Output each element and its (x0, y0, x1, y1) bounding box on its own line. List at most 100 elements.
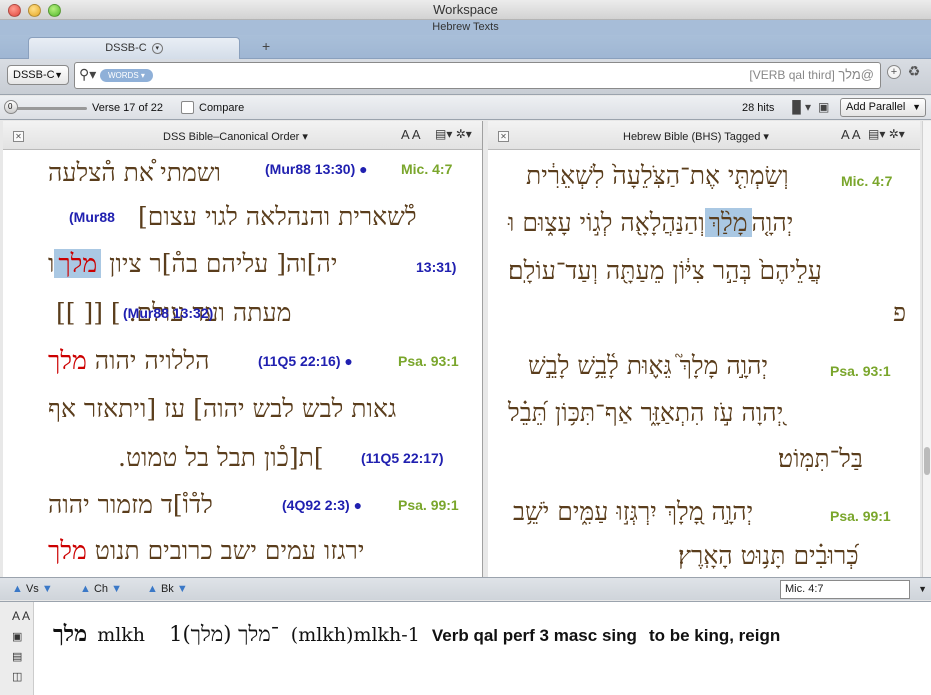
vertical-scrollbar[interactable] (922, 121, 931, 577)
window-title: Workspace (433, 2, 498, 17)
instant-details-pane: A A ▣ ▤ ◫ מלך mlkh 1־מלך (מלך) (mlkh)mlk… (0, 601, 931, 695)
scroll-thumb[interactable] (924, 447, 930, 475)
right-line: יְהוָ֣ה מָ֭לָךְ יִרְגְּז֣וּ עַמִּ֑ים יֹש… (513, 497, 754, 526)
close-pane-icon[interactable]: ✕ (498, 131, 509, 142)
slider-value: 0 (8, 102, 13, 111)
source-select-value: DSSB-C (13, 69, 55, 81)
search-hit-highlight[interactable]: מלך (54, 249, 102, 278)
verse-ref-psa93[interactable]: Psa. 93:1 (830, 363, 891, 379)
chapter-nav[interactable]: ▲ Ch ▼ (80, 583, 122, 595)
lemma-form: 1־מלך (מלך) (169, 622, 279, 646)
left-pane-title[interactable]: DSS Bible–Canonical Order ▾ (163, 130, 308, 143)
right-text-pane[interactable]: ✕ Hebrew Bible (BHS) Tagged ▾ A A ▤▾ ✲▾ … (488, 121, 920, 577)
details-sidebar: A A ▣ ▤ ◫ (0, 602, 34, 695)
verse-ref-mic[interactable]: Mic. 4:7 (841, 173, 892, 189)
manuscript-ref: (4Q92 2:3) ● (282, 497, 363, 513)
add-parallel-label: Add Parallel (846, 101, 906, 113)
hits-count: 28 hits (742, 102, 775, 114)
new-tab-button[interactable]: + (262, 38, 270, 54)
source-select[interactable]: DSSB-C ▼ (7, 65, 69, 85)
slider-knob[interactable]: 0 (4, 100, 18, 114)
search-query: [VERB qal third] מלך@ (749, 67, 874, 82)
pane-menu-icon[interactable]: ▤▾ ✲▾ (435, 127, 472, 141)
verse-slider[interactable] (9, 107, 87, 110)
font-size-control[interactable]: A A (12, 609, 30, 623)
tab-menu-icon[interactable]: ▾ (151, 42, 163, 54)
compare-label: Compare (199, 102, 245, 114)
search-bar: DSSB-C ▼ ⚲▾ WORDS ▾ [VERB qal third] מלך… (0, 59, 931, 95)
report-icon[interactable]: ▣ (818, 100, 829, 114)
left-line: ושמתי ֯את ה֯צלעה (48, 158, 221, 187)
left-line: ]ת[כ֯ון תבל בל טמוט. (118, 443, 324, 472)
verse-ref-mic[interactable]: Mic. 4:7 (401, 161, 452, 177)
tab-dssb-c[interactable]: DSSB-C ▾ (28, 37, 240, 59)
verse-nav[interactable]: ▲ Vs ▼ (12, 583, 53, 595)
app-window: Workspace Hebrew Texts DSSB-C ▾ + DSSB-C… (0, 0, 931, 695)
up-arrow-icon[interactable]: ▲ (12, 583, 23, 595)
up-arrow-icon[interactable]: ▲ (147, 583, 158, 595)
right-line: יְהוָ֤המָלַ֨ךְוְהַנַּהֲלָאָ֖ה לְג֣וֹי עָ… (508, 208, 793, 238)
clipboard-icon[interactable]: ▤ (12, 650, 22, 663)
close-window-button[interactable] (8, 4, 21, 17)
left-line: לד֯ו֯]ד מזמור יהוה (48, 490, 213, 519)
hits-graph-icon[interactable]: ▐▌▾ (788, 100, 811, 114)
window-icon[interactable]: ◫ (12, 670, 22, 683)
reference-input[interactable]: Mic. 4:7 ▼ (780, 580, 927, 599)
down-arrow-icon[interactable]: ▼ (42, 583, 53, 595)
up-arrow-icon[interactable]: ▲ (80, 583, 91, 595)
search-mode-label: WORDS (108, 71, 139, 80)
pane-menu-icon[interactable]: ▤▾ ✲▾ (868, 127, 905, 141)
line-text: וְהַנַּהֲלָאָ֖ה לְג֣וֹי עָצ֑וּם וּ (508, 208, 705, 237)
search-toolbar: 0 Verse 17 of 22 Compare 28 hits ▐▌▾ ▣ A… (0, 96, 931, 120)
tab-bar: DSSB-C ▾ + (0, 35, 931, 59)
font-size-control[interactable]: A A (841, 127, 861, 142)
plus-circle-icon[interactable]: + (887, 65, 901, 79)
compare-checkbox[interactable] (181, 101, 194, 114)
search-mode-chip[interactable]: WORDS ▾ (100, 69, 153, 82)
left-line: ל֯שארית והנהלאה לגוי עצום] (138, 202, 417, 231)
right-pane-header: ✕ Hebrew Bible (BHS) Tagged ▾ A A ▤▾ ✲▾ (488, 121, 920, 150)
manuscript-ref-text: (11Q5 22:16) (258, 353, 341, 369)
search-hit[interactable]: מלך (48, 536, 87, 565)
zoom-window-button[interactable] (48, 4, 61, 17)
right-pane-title-text: Hebrew Bible (BHS) Tagged (623, 131, 761, 143)
window-subtitle: Hebrew Texts (0, 20, 931, 35)
font-size-control[interactable]: A A (401, 127, 421, 142)
search-input[interactable]: ⚲▾ WORDS ▾ [VERB qal third] מלך@ (74, 62, 881, 89)
right-line: יְ֭הוָה עֹ֣ז הִתְאַזָּ֑ר אַף־תִּכּ֥וֹן ת… (508, 398, 784, 427)
search-icon[interactable]: ⚲▾ (79, 66, 96, 83)
recycle-icon[interactable]: ♻ (907, 64, 921, 79)
verse-counter: Verse 17 of 22 (92, 102, 163, 114)
down-arrow-icon[interactable]: ▼ (177, 583, 188, 595)
add-parallel-button[interactable]: Add Parallel ▼ (840, 98, 926, 117)
tab-label: DSSB-C (105, 42, 147, 54)
gloss: to be king, reign (648, 626, 781, 645)
search-hit-highlight[interactable]: מָלַ֨ךְ (704, 208, 752, 237)
copy-icon[interactable]: ▣ (12, 630, 22, 643)
left-text-pane[interactable]: ✕ DSS Bible–Canonical Order ▾ A A ▤▾ ✲▾ … (3, 121, 483, 577)
book-nav-label: Bk (160, 583, 174, 595)
book-nav[interactable]: ▲ Bk ▼ (147, 583, 188, 595)
manuscript-ref: (11Q5 22:16) ● (258, 353, 353, 369)
manuscript-ref: (Mur88 (69, 209, 115, 225)
query-hebrew: מלך@ (838, 67, 874, 82)
left-line: ירגזו עמים ישב כרובים תנוט מלך (48, 536, 364, 566)
close-pane-icon[interactable]: ✕ (13, 131, 24, 142)
verse-ref-psa99[interactable]: Psa. 99:1 (830, 508, 891, 524)
right-pane-title[interactable]: Hebrew Bible (BHS) Tagged ▾ (623, 130, 769, 143)
verse-ref-psa99[interactable]: Psa. 99:1 (398, 497, 459, 513)
left-line: גאות לבש לבש יהוה] עז [ויתאזר אף (48, 394, 397, 423)
minimize-window-button[interactable] (28, 4, 41, 17)
chevron-down-icon: ▼ (912, 102, 921, 112)
chapter-nav-label: Ch (93, 583, 109, 595)
left-pane-title-text: DSS Bible–Canonical Order (163, 131, 300, 143)
right-line: כְּ֝רוּבִ֗ים תָּנ֥וּט הָאָֽרֶץ׃ (678, 541, 859, 570)
down-arrow-icon[interactable]: ▼ (111, 583, 122, 595)
search-hit[interactable]: מלך (48, 346, 87, 375)
chevron-down-icon[interactable]: ▼ (918, 581, 927, 598)
manuscript-ref: (Mur88 13:32) (123, 305, 214, 321)
title-bar[interactable]: Workspace (0, 0, 931, 20)
left-line: הללויה יהוה מלך (48, 346, 210, 376)
verse-ref-psa93[interactable]: Psa. 93:1 (398, 353, 459, 369)
verse-nav-label: Vs (25, 583, 39, 595)
